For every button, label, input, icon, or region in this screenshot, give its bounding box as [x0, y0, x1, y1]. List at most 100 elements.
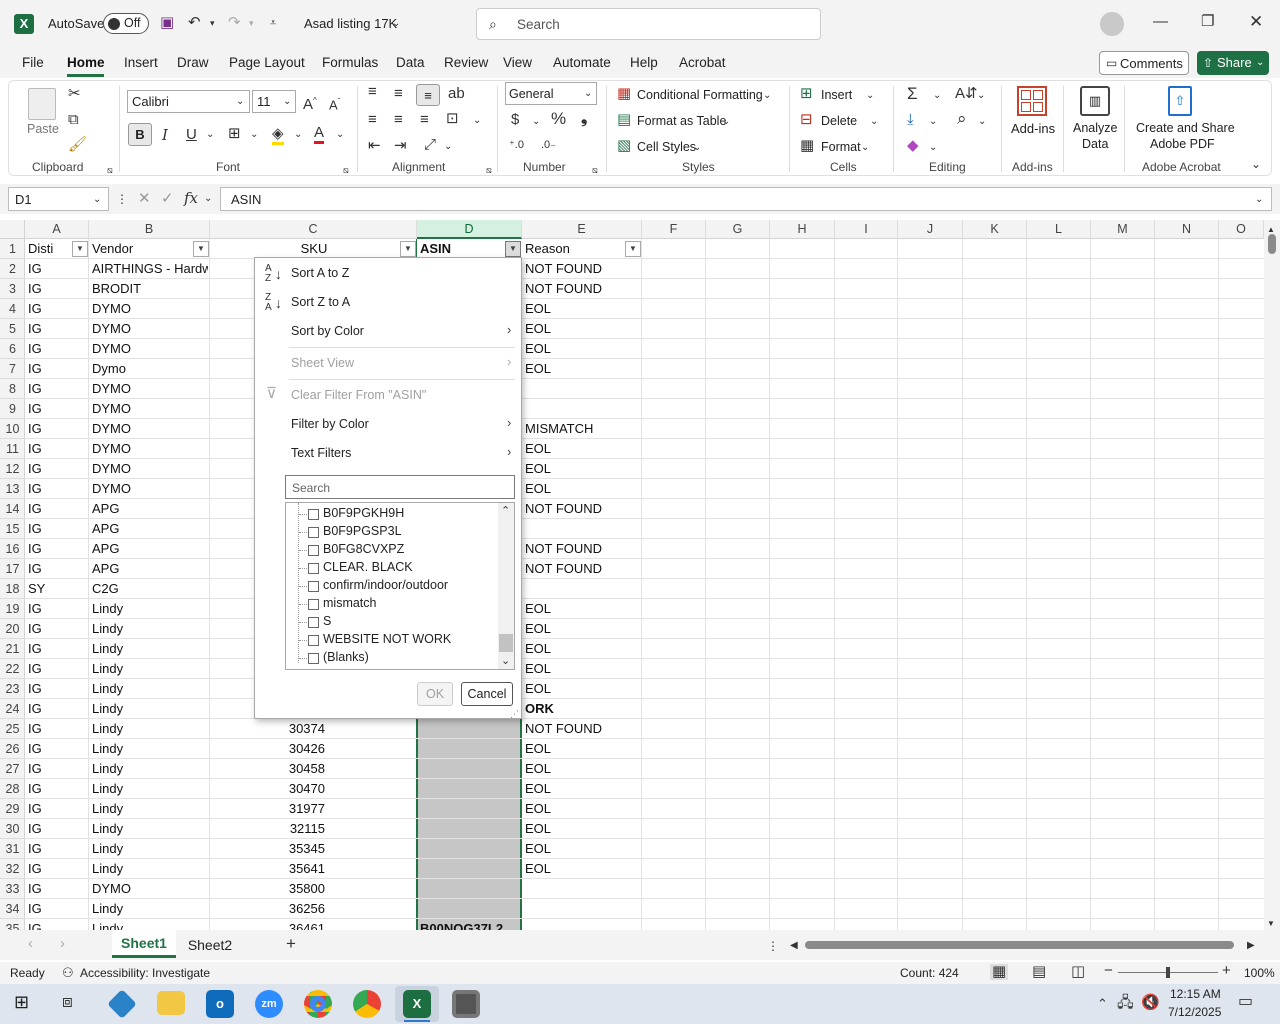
font-color-dropdown-icon[interactable]: ⌄ — [336, 127, 344, 143]
select-all-corner[interactable] — [0, 220, 25, 239]
autosave-toggle[interactable]: Off — [103, 13, 149, 34]
insert-function-icon[interactable]: fx — [184, 190, 198, 206]
cut-icon[interactable]: ✂ — [68, 86, 81, 102]
cell-e22[interactable]: EOL — [522, 659, 640, 679]
insert-cells-icon[interactable]: ⊞ — [800, 86, 813, 102]
page-layout-view-icon[interactable]: ▤ — [1032, 964, 1046, 980]
filter-dropdown-sku[interactable]: ▼ — [400, 241, 416, 257]
cell-e31[interactable]: EOL — [522, 839, 640, 859]
format-cells-button[interactable]: Format — [821, 140, 861, 154]
fill-icon[interactable]: ⤓ — [907, 112, 914, 128]
cell-e17[interactable]: NOT FOUND — [522, 559, 640, 579]
row-header[interactable]: 29 — [0, 799, 25, 819]
row-header[interactable]: 16 — [0, 539, 25, 559]
row-header[interactable]: 18 — [0, 579, 25, 599]
cell-b11[interactable]: DYMO — [89, 439, 208, 459]
column-header-c[interactable]: C — [210, 220, 417, 239]
clear-icon[interactable]: ◆ — [907, 138, 919, 154]
tab-help[interactable]: Help — [630, 55, 658, 70]
excel-taskbar-icon[interactable]: X — [403, 990, 431, 1018]
column-header-i[interactable]: I — [835, 220, 898, 239]
chrome-icon[interactable] — [304, 990, 332, 1018]
sheet-tab-sheet2[interactable]: Sheet2 — [180, 930, 240, 958]
column-header-g[interactable]: G — [706, 220, 770, 239]
filter-item-checkbox[interactable] — [308, 635, 319, 646]
cell-b29[interactable]: Lindy — [89, 799, 208, 819]
underline-dropdown-icon[interactable]: ⌄ — [206, 127, 214, 143]
filter-item-checkbox[interactable] — [308, 545, 319, 556]
row-header[interactable]: 28 — [0, 779, 25, 799]
cell-a34[interactable]: IG — [25, 899, 87, 919]
row-header[interactable]: 10 — [0, 419, 25, 439]
zoom-in-icon[interactable]: + — [1222, 963, 1231, 979]
cell-c28[interactable]: 30470 — [210, 779, 415, 799]
horizontal-scroll-thumb[interactable] — [805, 941, 1234, 949]
cf-dropdown-icon[interactable]: ⌄ — [763, 88, 771, 104]
cell-a13[interactable]: IG — [25, 479, 87, 499]
decrease-font-icon[interactable]: Aˇ — [329, 94, 340, 113]
tab-automate[interactable]: Automate — [553, 55, 611, 70]
collapse-ribbon-icon[interactable]: ⌄ — [1251, 156, 1261, 172]
add-ins-icon[interactable] — [1017, 86, 1047, 116]
cell-b5[interactable]: DYMO — [89, 319, 208, 339]
row-header[interactable]: 3 — [0, 279, 25, 299]
windows-start-icon[interactable]: ⊞ — [14, 993, 29, 1011]
restore-icon[interactable]: ❐ — [1201, 14, 1214, 30]
undo-icon[interactable]: ↶ — [188, 15, 201, 31]
cell-a35[interactable]: IG — [25, 919, 87, 930]
tray-chevron-icon[interactable]: ⌃ — [1097, 996, 1108, 1012]
list-scroll-up-icon[interactable]: ⌃ — [501, 503, 510, 519]
cell-b1[interactable]: Vendor — [89, 239, 208, 259]
zoom-out-icon[interactable]: − — [1104, 963, 1113, 979]
format-painter-icon[interactable]: 🖌 — [68, 137, 87, 153]
filter-item-label[interactable]: CLEAR. BLACK — [323, 560, 413, 574]
row-header[interactable]: 32 — [0, 859, 25, 879]
cell-a29[interactable]: IG — [25, 799, 87, 819]
cell-b3[interactable]: BRODIT — [89, 279, 208, 299]
find-select-icon[interactable]: ⌕ — [957, 110, 967, 127]
conditional-formatting-icon[interactable]: ▦ — [617, 86, 631, 102]
autosum-dropdown-icon[interactable]: ⌄ — [933, 88, 941, 104]
cell-a32[interactable]: IG — [25, 859, 87, 879]
filter-by-color-item[interactable]: Filter by Color — [291, 417, 369, 431]
filter-dropdown-asin[interactable]: ▼ — [505, 241, 521, 257]
increase-decimal-icon[interactable]: ⁺.0 — [509, 137, 524, 153]
cell-a9[interactable]: IG — [25, 399, 87, 419]
cell-b4[interactable]: DYMO — [89, 299, 208, 319]
cell-e12[interactable]: EOL — [522, 459, 640, 479]
cell-a18[interactable]: SY — [25, 579, 87, 599]
sort-filter-icon[interactable]: A⇵ — [955, 86, 978, 102]
hscroll-right-icon[interactable]: ▶ — [1247, 938, 1255, 954]
confirm-entry-icon[interactable]: ✓ — [161, 191, 174, 207]
analyze-data-label-2[interactable]: Data — [1082, 137, 1108, 151]
cell-b7[interactable]: Dymo — [89, 359, 208, 379]
cell-a2[interactable]: IG — [25, 259, 87, 279]
cell-a16[interactable]: IG — [25, 539, 87, 559]
add-sheet-icon[interactable]: + — [286, 935, 296, 952]
filter-item-checkbox[interactable] — [308, 527, 319, 538]
font-launcher-icon[interactable]: ⧅ — [343, 162, 349, 178]
currency-dropdown-icon[interactable]: ⌄ — [532, 114, 540, 130]
notifications-icon[interactable]: ▭ — [1238, 994, 1253, 1010]
cell-e21[interactable]: EOL — [522, 639, 640, 659]
cell-c26[interactable]: 30426 — [210, 739, 415, 759]
cell-a3[interactable]: IG — [25, 279, 87, 299]
accessibility-icon[interactable]: ⚇ — [62, 965, 74, 981]
cell-b23[interactable]: Lindy — [89, 679, 208, 699]
cell-a20[interactable]: IG — [25, 619, 87, 639]
cell-b31[interactable]: Lindy — [89, 839, 208, 859]
row-header[interactable]: 15 — [0, 519, 25, 539]
cell-a31[interactable]: IG — [25, 839, 87, 859]
filter-item-checkbox[interactable] — [308, 599, 319, 610]
row-header[interactable]: 30 — [0, 819, 25, 839]
align-top-icon[interactable]: ≡ — [368, 84, 377, 100]
column-header-d[interactable]: D — [417, 220, 522, 239]
create-pdf-icon[interactable]: ⇧ — [1168, 86, 1192, 116]
cell-a24[interactable]: IG — [25, 699, 87, 719]
cell-b19[interactable]: Lindy — [89, 599, 208, 619]
cell-e24[interactable]: ORK — [522, 699, 640, 719]
row-header[interactable]: 6 — [0, 339, 25, 359]
tab-view[interactable]: View — [503, 55, 532, 70]
row-header[interactable]: 5 — [0, 319, 25, 339]
cell-b2[interactable]: AIRTHINGS - Hardw — [89, 259, 208, 279]
